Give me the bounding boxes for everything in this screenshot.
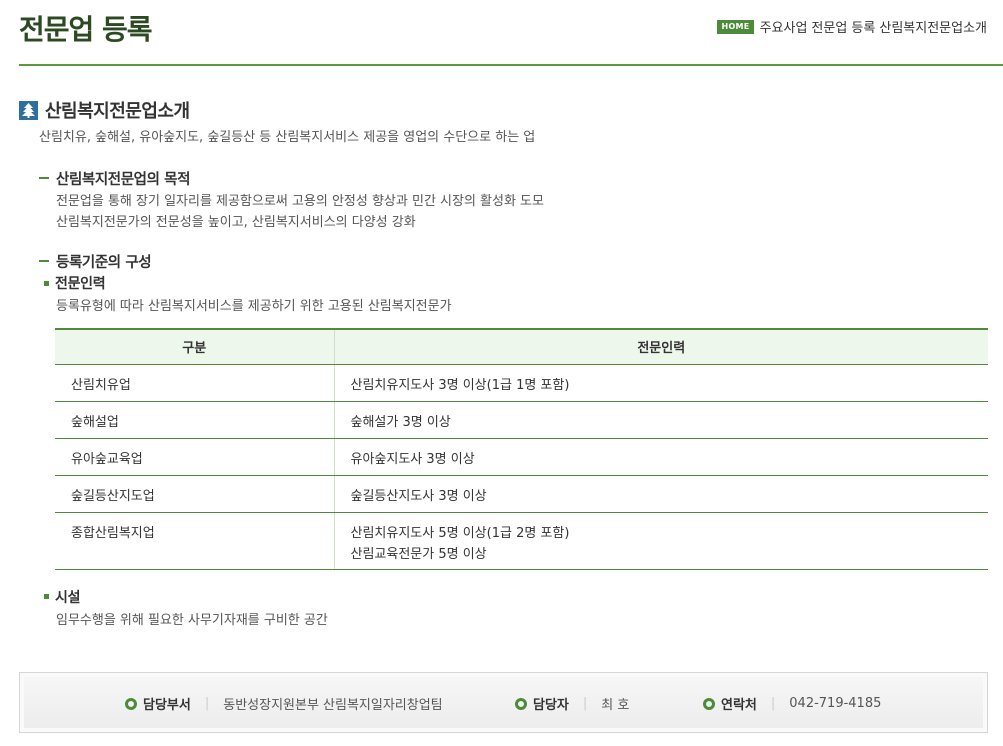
staff-line: 산림치유지도사 3명 이상(1급 1명 포함) <box>350 377 570 393</box>
table-header-type: 구분 <box>55 328 335 365</box>
table-cell-staff: 산림치유지도사 3명 이상(1급 1명 포함) <box>334 364 988 402</box>
table-row: 숲길등산지도업 숲길등산지도사 3명 이상 <box>55 475 988 513</box>
table-cell-type: 숲길등산지도업 <box>55 475 335 513</box>
contact-bar: 담당부서 | 동반성장지원본부 산림복지일자리창업팀 담당자 | 최 호 연락처… <box>19 672 988 733</box>
staff-line: 유아숲지도사 3명 이상 <box>350 451 475 467</box>
intro-heading: 산림복지전문업소개 <box>45 101 190 122</box>
separator: | <box>204 696 210 711</box>
table-row: 종합산림복지업 산림치유지도사 5명 이상(1급 2명 포함) 산림교육전문가 … <box>55 512 988 570</box>
person-value: 최 호 <box>601 698 630 713</box>
home-icon[interactable]: HOME <box>717 19 754 34</box>
table-cell-type: 숲해설업 <box>55 401 335 439</box>
staff-description: 등록유형에 따라 산림복지서비스를 제공하기 위한 고용된 산림복지전문가 <box>56 299 452 314</box>
purpose-heading: 산림복지전문업의 목적 <box>39 168 988 188</box>
dept-value: 동반성장지원본부 산림복지일자리창업팀 <box>223 698 443 713</box>
staff-line: 숲길등산지도사 3명 이상 <box>350 488 487 504</box>
contact-label: 연락처 <box>721 698 757 713</box>
criteria-title: 등록기준의 구성 <box>56 254 152 271</box>
square-bullet-icon <box>44 594 49 599</box>
table-cell-staff: 숲길등산지도사 3명 이상 <box>334 475 988 513</box>
criteria-heading: 등록기준의 구성 <box>39 251 988 271</box>
staff-line: 숲해설가 3명 이상 <box>350 414 451 430</box>
person-label: 담당자 <box>533 698 569 713</box>
breadcrumb-item-current: 산림복지전문업소개 <box>879 21 987 36</box>
table-header-row: 구분 전문인력 <box>55 328 988 365</box>
dash-icon <box>39 260 49 262</box>
table-cell-staff: 유아숲지도사 3명 이상 <box>334 438 988 476</box>
staff-heading: 전문인력 <box>44 273 988 293</box>
circle-bullet-icon <box>125 697 137 710</box>
dept-info: 담당부서 | 동반성장지원본부 산림복지일자리창업팀 <box>125 694 443 713</box>
circle-bullet-icon <box>515 697 527 710</box>
circle-bullet-icon <box>703 697 715 710</box>
breadcrumb-item-registration[interactable]: 전문업 등록 <box>811 17 875 36</box>
page-title: 전문업 등록 <box>19 13 153 46</box>
facility-description: 임무수행을 위해 필요한 사무기자재를 구비한 공간 <box>56 612 328 628</box>
staff-table: 구분 전문인력 산림치유업 산림치유지도사 3명 이상(1급 1명 포함) 숲해… <box>55 328 988 570</box>
section-title: 산림복지전문업소개 <box>19 98 988 122</box>
staff-line: 산림교육전문가 5명 이상 <box>350 546 487 562</box>
purpose-description: 전문업을 통해 장기 일자리를 제공함으로써 고용의 안정성 향상과 민간 시장… <box>56 191 988 233</box>
main-content: 산림복지전문업소개 산림치유, 숲해설, 유아숲지도, 숲길등산 등 산림복지서… <box>19 98 988 631</box>
table-cell-staff: 숲해설가 3명 이상 <box>334 401 988 439</box>
dept-label: 담당부서 <box>143 698 191 713</box>
breadcrumb: HOME 주요사업 전문업 등록 산림복지전문업소개 <box>717 17 987 36</box>
person-info: 담당자 | 최 호 <box>515 694 629 713</box>
page-header: 전문업 등록 HOME 주요사업 전문업 등록 산림복지전문업소개 <box>19 0 1003 66</box>
purpose-title: 산림복지전문업의 목적 <box>56 171 191 188</box>
purpose-line: 산림복지전문가의 전문성을 높이고, 산림복지서비스의 다양성 강화 <box>56 215 416 230</box>
table-row: 유아숲교육업 유아숲지도사 3명 이상 <box>55 438 988 476</box>
staff-title: 전문인력 <box>55 276 106 292</box>
staff-line: 산림치유지도사 5명 이상(1급 2명 포함) <box>350 525 570 541</box>
table-header-staff: 전문인력 <box>334 328 988 365</box>
contact-value: 042-719-4185 <box>789 696 882 711</box>
dash-icon <box>39 177 49 179</box>
table-cell-type: 산림치유업 <box>55 364 335 402</box>
intro-description: 산림치유, 숲해설, 유아숲지도, 숲길등산 등 산림복지서비스 제공을 영업의… <box>39 130 536 145</box>
table-cell-type: 유아숲교육업 <box>55 438 335 476</box>
contact-info: 연락처 | 042-719-4185 <box>703 694 881 713</box>
square-bullet-icon <box>44 280 49 286</box>
tree-icon <box>19 100 38 120</box>
table-row: 숲해설업 숲해설가 3명 이상 <box>55 401 988 439</box>
facility-heading: 시설 <box>44 587 988 607</box>
table-cell-staff: 산림치유지도사 5명 이상(1급 2명 포함) 산림교육전문가 5명 이상 <box>334 512 988 570</box>
separator: | <box>582 696 588 711</box>
breadcrumb-item-main[interactable]: 주요사업 <box>760 17 808 36</box>
table-row: 산림치유업 산림치유지도사 3명 이상(1급 1명 포함) <box>55 364 988 402</box>
facility-title: 시설 <box>55 589 81 606</box>
purpose-line: 전문업을 통해 장기 일자리를 제공함으로써 고용의 안정성 향상과 민간 시장… <box>56 194 544 209</box>
table-cell-type: 종합산림복지업 <box>55 512 335 570</box>
separator: | <box>770 696 776 711</box>
